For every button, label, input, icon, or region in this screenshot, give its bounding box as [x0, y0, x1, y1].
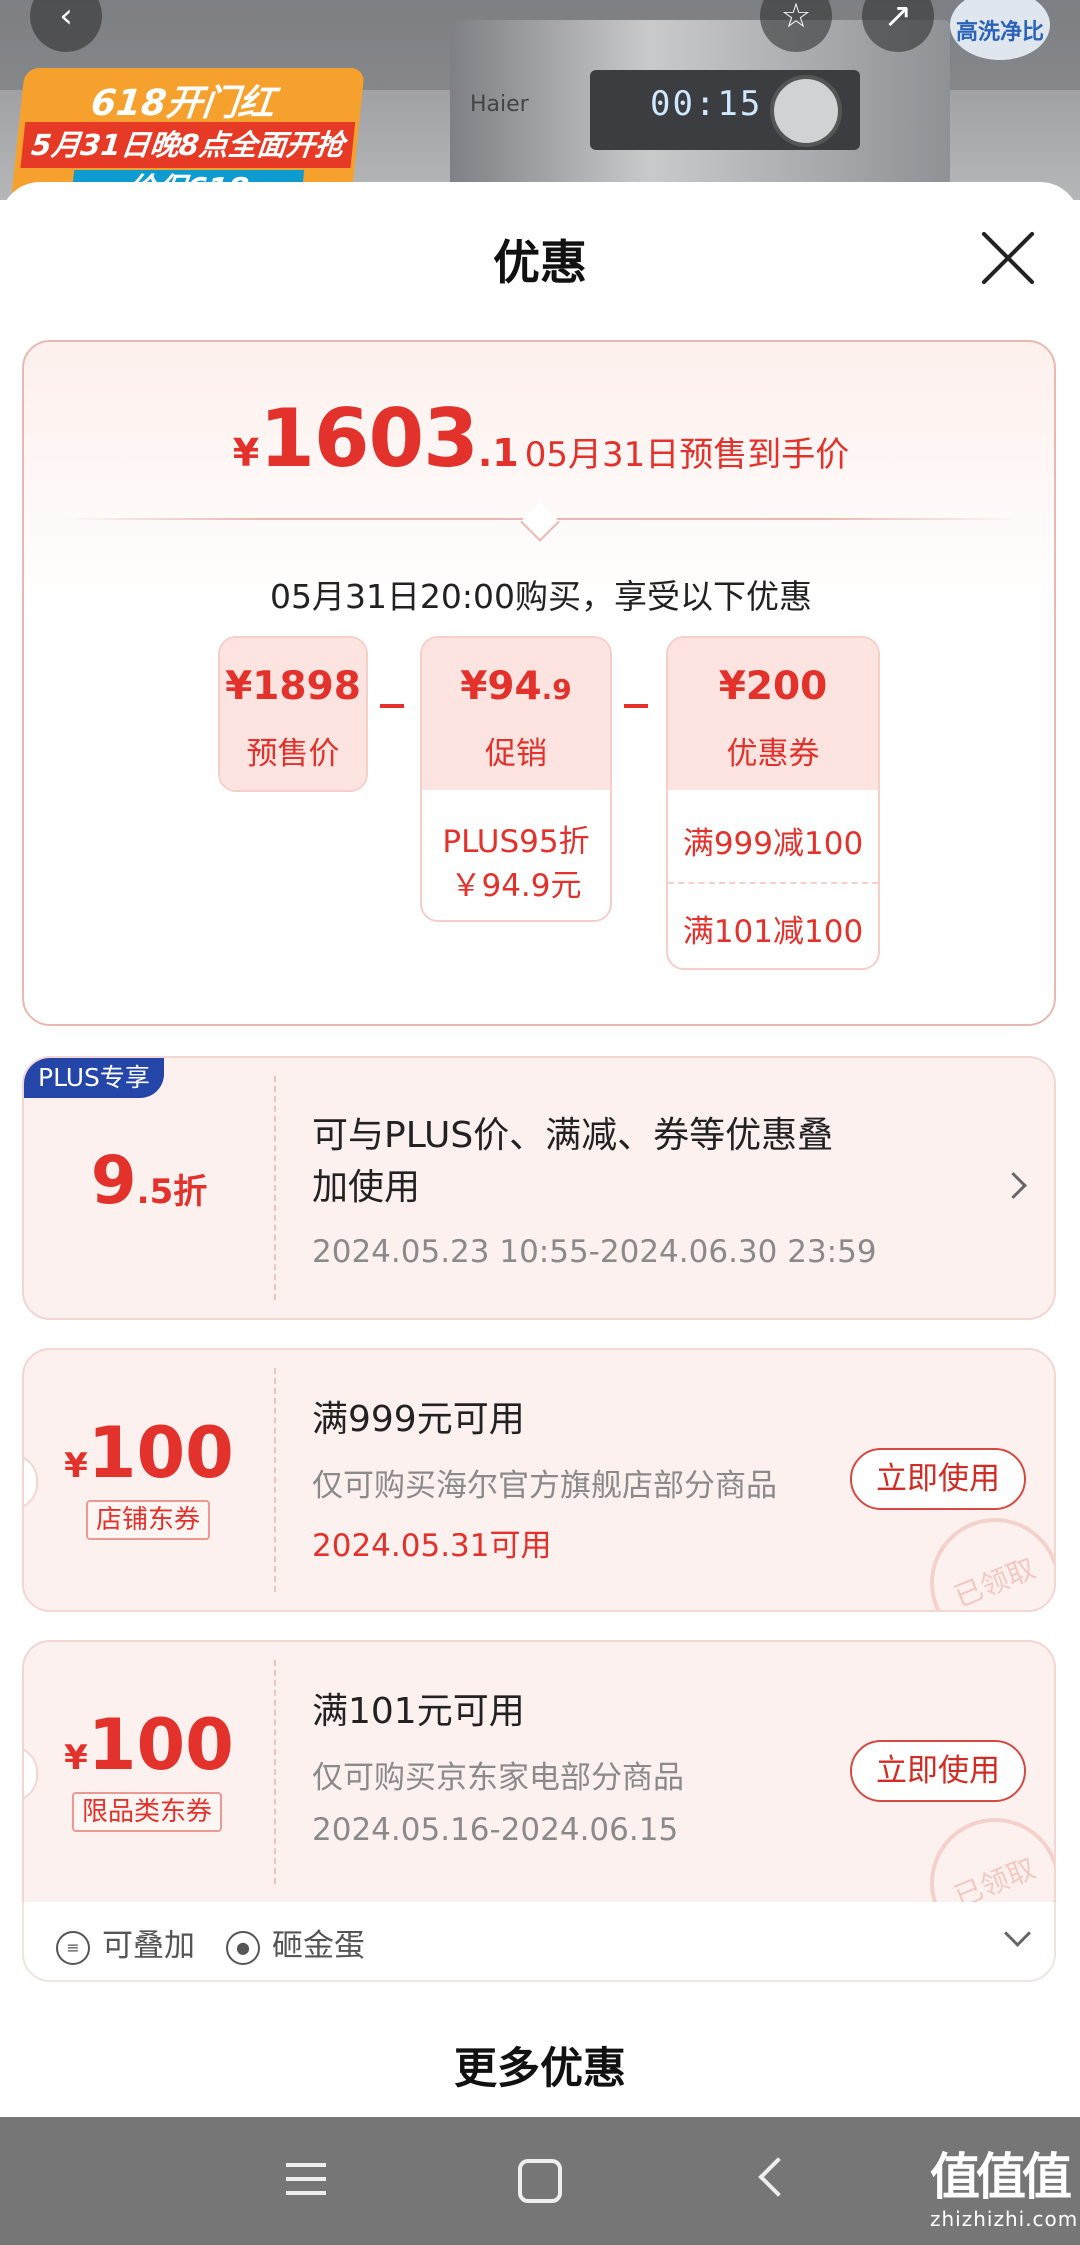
- back-nav-icon[interactable]: [758, 2157, 798, 2197]
- coupon-type: 店铺东券: [86, 1500, 211, 1540]
- coupon-dash: [668, 882, 878, 884]
- final-price-currency: ¥: [232, 431, 260, 475]
- promo-badge: 618开门红 5月31日晚8点全面开抢 价保618: [11, 68, 365, 200]
- coupon-yen: ¥: [64, 1738, 88, 1778]
- washer-display: 00:15: [650, 84, 763, 124]
- use-now-button[interactable]: 立即使用: [850, 1740, 1026, 1802]
- promo-amount-int: ¥94: [460, 664, 542, 709]
- final-price-int: 1603: [259, 392, 479, 485]
- plus-discount: 9.5折: [24, 1142, 274, 1219]
- claimed-stamp: 已领取: [910, 1498, 1054, 1610]
- sheet-title: 优惠: [493, 236, 587, 291]
- coupon-amount: ¥200: [718, 664, 828, 709]
- plus-tag: PLUS专享: [24, 1058, 164, 1098]
- promo-amount: ¥94.9: [422, 664, 610, 709]
- discount-sheet: 优惠 ¥1603.1 05月31日预售到手价 05月31日20:00购买，享受以下…: [0, 182, 1080, 2117]
- promo-line2: 5月31日晚8点全面开抢: [20, 122, 356, 168]
- plus-discount-int: 9: [90, 1142, 137, 1219]
- plus-discount-dec: .5折: [136, 1172, 208, 1212]
- plus-desc-1: 可与PLUS价、满减、券等优惠叠: [312, 1115, 834, 1156]
- coupon-condition: 满999元可用: [312, 1399, 525, 1440]
- golden-egg-label: 砸金蛋: [272, 1928, 365, 1964]
- minus-sign: [380, 704, 404, 708]
- coupon-date: 2024.05.31可用: [312, 1528, 552, 1564]
- coupon-footer-bar: ≡ 可叠加 ● 砸金蛋: [22, 1902, 1056, 1982]
- recent-apps-icon[interactable]: [286, 2163, 326, 2195]
- plus-period: 2024.05.23 10:55-2024.06.30 23:59: [312, 1234, 877, 1270]
- stackable-label: 可叠加: [102, 1928, 195, 1964]
- coupon-amount: ¥100: [24, 1412, 274, 1494]
- system-nav-bar: 值值值 zhizhizhi.com: [0, 2117, 1080, 2245]
- coupon-card: ¥100 限品类东券 满101元可用 仅可购买京东家电部分商品 2024.05.…: [22, 1640, 1056, 1904]
- final-price-dec: .1: [477, 431, 519, 475]
- promo-line1: 618开门红: [89, 83, 277, 124]
- plus-discount-card[interactable]: PLUS专享 9.5折 可与PLUS价、满减、券等优惠叠 加使用 2024.05…: [22, 1056, 1056, 1320]
- watermark-url: zhizhizhi.com: [930, 2207, 1079, 2231]
- coupon-detail-2: 满101减100: [682, 914, 864, 950]
- card-separator: [274, 1660, 276, 1884]
- coupon-type: 限品类东券: [72, 1792, 223, 1832]
- stackable-tag: ≡ 可叠加: [56, 1920, 195, 1965]
- chevron-right-icon[interactable]: [1000, 1172, 1027, 1199]
- promo-detail-1: PLUS95折: [442, 824, 590, 860]
- coupon-card: ¥100 店铺东券 满999元可用 仅可购买海尔官方旗舰店部分商品 2024.0…: [22, 1348, 1056, 1612]
- promo-chip: ¥94.9 促销 PLUS95折 ￥94.9元: [420, 636, 612, 922]
- card-separator: [274, 1368, 276, 1592]
- presale-amount: ¥1898: [225, 664, 361, 709]
- promo-amount-dec: .9: [541, 673, 572, 706]
- buy-time-text: 05月31日20:00购买，享受以下优惠: [269, 577, 813, 616]
- price-summary-card: ¥1603.1 05月31日预售到手价 05月31日20:00购买，享受以下优惠 …: [22, 340, 1056, 1026]
- card-separator: [274, 1076, 276, 1300]
- watermark-logo: 值值值: [930, 2148, 1072, 2206]
- washer-knob: [770, 75, 842, 147]
- presale-label: 预售价: [246, 736, 340, 772]
- plus-desc-2: 加使用: [312, 1167, 421, 1208]
- promo-label: 促销: [485, 736, 547, 772]
- washer-brand: Haier: [470, 92, 529, 117]
- product-hero-image: Haier 00:15 618开门红 5月31日晚8点全面开抢 价保618 ‹ …: [0, 0, 1080, 200]
- coupon-amount: ¥100: [24, 1704, 274, 1786]
- coupon-date: 2024.05.16-2024.06.15: [312, 1812, 679, 1848]
- coupon-chip: ¥200 优惠券 满999减100 满101减100: [666, 636, 880, 970]
- chevron-down-icon[interactable]: [1004, 1920, 1031, 1947]
- minus-sign: [624, 704, 648, 708]
- final-price: ¥1603.1 05月31日预售到手价: [24, 392, 1058, 485]
- home-icon[interactable]: [518, 2159, 562, 2203]
- presale-chip: ¥1898 预售价: [218, 636, 368, 792]
- close-icon[interactable]: [980, 230, 1036, 286]
- golden-egg-tag[interactable]: ● 砸金蛋: [226, 1920, 365, 1965]
- promo-detail-2: ￥94.9元: [450, 868, 582, 904]
- coupon-detail-1: 满999减100: [682, 826, 864, 862]
- coupon-label: 优惠券: [726, 736, 820, 772]
- coupon-value: 100: [87, 1412, 234, 1494]
- more-offers-heading: 更多优惠: [454, 2044, 626, 2094]
- claimed-stamp: 已领取: [910, 1798, 1054, 1902]
- coupon-scope: 仅可购买海尔官方旗舰店部分商品: [312, 1468, 777, 1504]
- coupon-scope: 仅可购买京东家电部分商品: [312, 1760, 684, 1796]
- egg-icon: ●: [226, 1930, 260, 1965]
- use-now-button[interactable]: 立即使用: [850, 1448, 1026, 1510]
- stack-icon: ≡: [56, 1930, 90, 1965]
- divider-notch: [520, 502, 560, 542]
- final-price-note: 05月31日预售到手价: [524, 435, 850, 475]
- coupon-condition: 满101元可用: [312, 1691, 525, 1732]
- coupon-yen: ¥: [64, 1446, 88, 1486]
- coupon-value: 100: [87, 1704, 234, 1786]
